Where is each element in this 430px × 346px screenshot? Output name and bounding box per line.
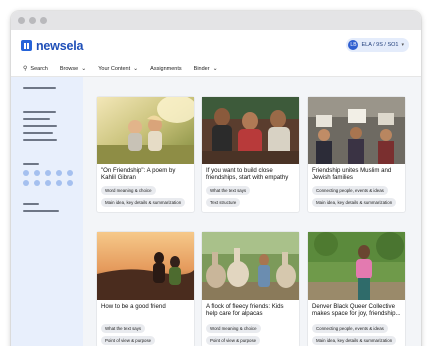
- article-title[interactable]: How to be a good friend: [97, 300, 194, 324]
- nav-binder-label: Binder: [193, 65, 210, 72]
- sidebar-placeholder-line: [23, 203, 39, 205]
- friends-group-photo[interactable]: [202, 97, 299, 164]
- alpacas-photo[interactable]: [202, 232, 299, 300]
- children-playing-photo[interactable]: [97, 97, 194, 164]
- filter-dot[interactable]: [23, 170, 29, 176]
- nav-assignments[interactable]: Assignments: [150, 66, 182, 72]
- search-icon: ⚲: [23, 66, 28, 72]
- skill-tag: Point of view & purpose: [101, 336, 156, 345]
- chevron-down-icon: ⌄: [133, 66, 139, 72]
- filter-dot[interactable]: [34, 170, 40, 176]
- logo-text: newsela: [36, 38, 84, 53]
- article-card[interactable]: A flock of fleecy friends: Kids help car…: [202, 232, 299, 346]
- filter-dot[interactable]: [23, 180, 29, 186]
- nav-search-label: Search: [30, 65, 48, 72]
- chevron-down-icon: ⌄: [212, 66, 218, 72]
- filter-dot[interactable]: [67, 170, 73, 176]
- article-card[interactable]: Denver Black Queer Collective makes spac…: [308, 232, 405, 346]
- skill-tags: What the text says Point of view & purpo…: [97, 324, 194, 345]
- skill-tag: Word meaning & choice: [101, 186, 156, 195]
- window-minimize-dot[interactable]: [29, 17, 36, 24]
- user-class-selector[interactable]: LB ELA / 9S / SO1 ▾: [346, 38, 409, 52]
- nav-your-content-label: Your Content: [98, 65, 131, 72]
- sidebar-placeholder-line: [23, 210, 59, 212]
- nav-search[interactable]: ⚲ Search: [23, 65, 48, 73]
- page-content: "On Friendship": A poem by Kahlil Gibran…: [11, 77, 421, 346]
- newsela-logo-icon: [21, 40, 32, 51]
- skill-tag: Point of view & purpose: [206, 336, 261, 345]
- sidebar-placeholder-line: [23, 87, 56, 89]
- filter-dot[interactable]: [34, 180, 40, 186]
- skill-tag: Connecting people, events & ideas: [312, 186, 388, 195]
- skill-tags: What the text says Text structure: [202, 186, 299, 207]
- skill-tag: Main idea, key details & summarization: [312, 336, 397, 345]
- browser-window: newsela LB ELA / 9S / SO1 ▾ ⚲ Search Bro…: [11, 11, 421, 346]
- filter-dot[interactable]: [45, 180, 51, 186]
- skill-tag: Word meaning & choice: [206, 324, 261, 333]
- skill-tags: Word meaning & choice Point of view & pu…: [202, 324, 299, 345]
- newsela-logo[interactable]: newsela: [21, 39, 83, 53]
- article-title[interactable]: "On Friendship": A poem by Kahlil Gibran: [97, 164, 194, 186]
- nav-your-content[interactable]: Your Content ⌄: [98, 65, 139, 73]
- nav-browse-label: Browse: [59, 65, 79, 72]
- sidebar-filter-dots: [23, 170, 73, 186]
- skill-tag: What the text says: [206, 186, 251, 195]
- window-maximize-dot[interactable]: [40, 17, 47, 24]
- skill-tag: Connecting people, events & ideas: [312, 324, 388, 333]
- article-title[interactable]: If you want to build close friendships, …: [202, 164, 299, 186]
- sunset-friends-photo[interactable]: [97, 232, 194, 300]
- skill-tag: What the text says: [101, 324, 146, 333]
- article-title[interactable]: Friendship unites Muslim and Jewish fami…: [308, 164, 405, 186]
- window-close-dot[interactable]: [18, 17, 25, 24]
- user-class-label: ELA / 9S / SO1: [361, 42, 399, 48]
- app-header: newsela LB ELA / 9S / SO1 ▾: [11, 30, 421, 61]
- sidebar-placeholder-line: [23, 139, 57, 141]
- skill-tag: Main idea, key details & summarization: [312, 198, 397, 207]
- filter-dot[interactable]: [56, 170, 62, 176]
- portrait-woman-photo[interactable]: [308, 232, 405, 300]
- filter-dot[interactable]: [67, 180, 73, 186]
- article-title[interactable]: A flock of fleecy friends: Kids help car…: [202, 300, 299, 324]
- filter-sidebar: [11, 77, 83, 346]
- skill-tag: Main idea, key details & summarization: [101, 198, 186, 207]
- protest-crowd-photo[interactable]: [308, 97, 405, 164]
- article-card[interactable]: If you want to build close friendships, …: [202, 97, 299, 212]
- sidebar-placeholder-line: [23, 125, 57, 127]
- sidebar-placeholder-line: [23, 132, 53, 134]
- article-grid: "On Friendship": A poem by Kahlil Gibran…: [83, 77, 421, 346]
- sidebar-placeholder-line: [23, 163, 39, 165]
- article-card[interactable]: "On Friendship": A poem by Kahlil Gibran…: [97, 97, 194, 212]
- chevron-down-icon: ▾: [401, 42, 404, 48]
- skill-tags: Connecting people, events & ideas Main i…: [308, 324, 405, 345]
- nav-assignments-label: Assignments: [150, 65, 182, 72]
- filter-dot[interactable]: [45, 170, 51, 176]
- skill-tag: Text structure: [206, 198, 241, 207]
- nav-browse[interactable]: Browse ⌄: [59, 65, 87, 73]
- sidebar-placeholder-line: [23, 118, 50, 120]
- main-nav: ⚲ Search Browse ⌄ Your Content ⌄ Assignm…: [11, 61, 421, 76]
- avatar: LB: [348, 40, 359, 50]
- skill-tags: Connecting people, events & ideas Main i…: [308, 186, 405, 207]
- window-titlebar: [11, 11, 421, 30]
- chevron-down-icon: ⌄: [81, 66, 87, 72]
- skill-tags: Word meaning & choice Main idea, key det…: [97, 186, 194, 207]
- filter-dot[interactable]: [56, 180, 62, 186]
- nav-binder[interactable]: Binder ⌄: [193, 65, 218, 73]
- sidebar-placeholder-line: [23, 111, 56, 113]
- article-card[interactable]: Friendship unites Muslim and Jewish fami…: [308, 97, 405, 212]
- article-card[interactable]: How to be a good friend What the text sa…: [97, 232, 194, 346]
- article-title[interactable]: Denver Black Queer Collective makes spac…: [308, 300, 405, 324]
